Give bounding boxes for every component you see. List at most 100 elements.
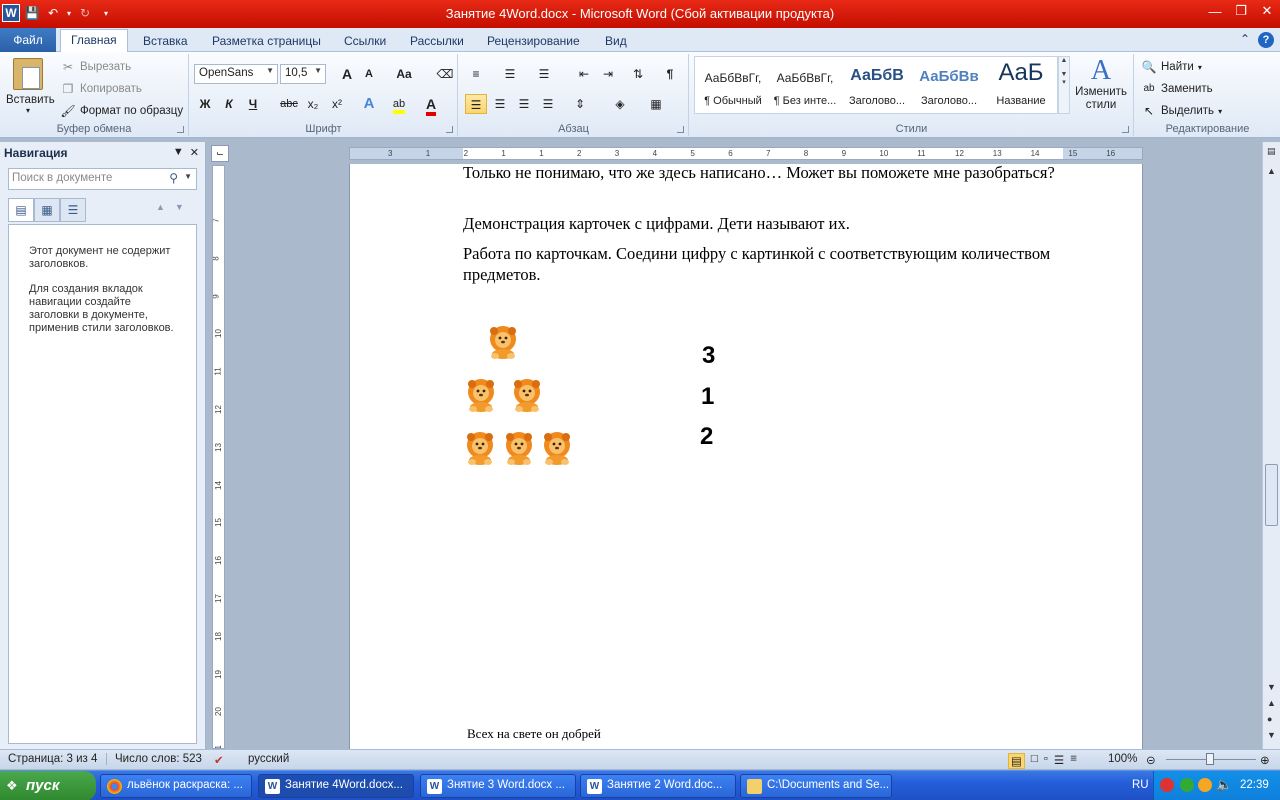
lion-cub-image[interactable] xyxy=(463,377,499,413)
close-pane-icon[interactable]: ✕ xyxy=(190,146,199,159)
change-case-button[interactable]: Aa xyxy=(390,64,418,84)
italic-button[interactable]: К xyxy=(218,94,240,114)
language-status[interactable]: русский xyxy=(248,753,289,765)
browse-results-icon[interactable]: ☰ xyxy=(60,198,86,222)
replace-button[interactable]: ab Заменить xyxy=(1141,81,1212,97)
scroll-thumb[interactable] xyxy=(1265,464,1278,526)
superscript-button[interactable]: x² xyxy=(326,94,348,114)
zoom-slider-thumb[interactable] xyxy=(1206,753,1214,765)
style-no-spacing[interactable]: АаБбВвГг, ¶ Без инте... xyxy=(769,57,841,113)
tray-network-icon[interactable] xyxy=(1180,778,1194,792)
volume-icon[interactable]: 🔈 xyxy=(1216,777,1232,793)
clipboard-dialog-launcher[interactable] xyxy=(177,126,184,133)
change-styles-button[interactable]: A Изменить стили xyxy=(1072,56,1130,112)
tab-home[interactable]: Главная xyxy=(60,29,128,53)
document-page[interactable]: Только не понимаю, что же здесь написано… xyxy=(349,164,1143,749)
start-button[interactable]: ❖ пуск xyxy=(0,771,96,800)
bold-button[interactable]: Ж xyxy=(194,94,216,114)
format-painter-button[interactable]: 🖌 Формат по образцу xyxy=(60,103,183,119)
browse-pages-icon[interactable]: ▦ xyxy=(34,198,60,222)
input-language[interactable]: RU xyxy=(1132,779,1149,791)
underline-button[interactable]: Ч xyxy=(242,94,264,114)
outline-icon[interactable]: ☰ xyxy=(1054,753,1064,769)
styles-gallery-scroll[interactable]: ▲ ▼ ▾ xyxy=(1058,56,1070,114)
lion-cub-image[interactable] xyxy=(462,430,498,466)
shading-icon[interactable]: ◈ xyxy=(609,94,631,114)
style-heading-1[interactable]: АаБбВ Заголово... xyxy=(841,57,913,113)
zoom-in-icon[interactable]: ⊕ xyxy=(1260,753,1270,767)
grow-font-button[interactable]: A xyxy=(336,64,358,84)
full-screen-reading-icon[interactable]: □ xyxy=(1031,753,1038,769)
align-center-icon[interactable]: ☰ xyxy=(489,94,511,114)
align-right-icon[interactable]: ☰ xyxy=(513,94,535,114)
tab-view[interactable]: Вид xyxy=(605,32,627,52)
tray-update-icon[interactable] xyxy=(1198,778,1212,792)
lion-cub-image[interactable] xyxy=(501,430,537,466)
show-formatting-button[interactable]: ¶ xyxy=(659,64,681,84)
taskbar-item-chrome[interactable]: львёнок раскраска: ... xyxy=(100,774,252,798)
next-page-text[interactable]: Всех на свете он добрей xyxy=(467,726,601,742)
browse-headings-icon[interactable]: ▤ xyxy=(8,198,34,222)
taskbar-item-explorer[interactable]: C:\Documents and Se... xyxy=(740,774,892,798)
tab-references[interactable]: Ссылки xyxy=(344,32,386,52)
help-icon[interactable]: ? xyxy=(1258,32,1274,48)
lion-cub-image[interactable] xyxy=(485,324,521,360)
search-icon[interactable]: ⚲ xyxy=(169,171,178,185)
horizontal-ruler[interactable]: 31211234567891011121314151617 xyxy=(349,147,1143,160)
style-normal[interactable]: АаБбВвГг, ¶ Обычный xyxy=(697,57,769,113)
style-title[interactable]: AaБ Название xyxy=(985,57,1057,113)
align-left-icon[interactable]: ☰ xyxy=(465,94,487,114)
scroll-up-icon[interactable]: ▲ xyxy=(1267,166,1276,176)
navigation-search-input[interactable]: Поиск в документе ⚲ ▼ xyxy=(8,168,197,190)
zoom-level[interactable]: 100% xyxy=(1108,753,1137,765)
web-layout-icon[interactable]: ▫ xyxy=(1044,753,1048,769)
borders-icon[interactable]: ▦ xyxy=(645,94,667,114)
clock[interactable]: 22:39 xyxy=(1240,779,1269,791)
taskbar-item-word-2[interactable]: W Занятие 2 Word.doc... xyxy=(580,774,736,798)
font-dialog-launcher[interactable] xyxy=(446,126,453,133)
restore-button[interactable]: ❐ xyxy=(1228,0,1254,22)
lion-cub-image[interactable] xyxy=(539,430,575,466)
numbering-icon[interactable]: ☰ xyxy=(499,64,521,84)
previous-page-icon[interactable]: ▲ xyxy=(1267,698,1276,708)
paragraph-2[interactable]: Демонстрация карточек с цифрами. Дети на… xyxy=(463,213,1063,234)
ruler-toggle-icon[interactable]: ▤ xyxy=(1267,146,1276,157)
vertical-scrollbar[interactable]: ▤ ▲ ▼ ▲ ● ▼ xyxy=(1262,142,1280,749)
sort-icon[interactable]: ⇅ xyxy=(627,64,649,84)
taskbar-item-word-4[interactable]: W Занятие 4Word.docx... xyxy=(258,774,414,798)
paragraph-1[interactable]: Только не понимаю, что же здесь написано… xyxy=(463,164,1063,183)
highlight-icon[interactable]: ab xyxy=(388,94,410,114)
find-button[interactable]: 🔍 Найти ▾ xyxy=(1141,59,1202,75)
minimize-ribbon-icon[interactable]: ⌃ xyxy=(1240,32,1250,48)
cut-button[interactable]: ✂ Вырезать xyxy=(60,59,131,75)
tray-antivirus-icon[interactable] xyxy=(1160,778,1174,792)
word-count[interactable]: Число слов: 523 xyxy=(106,753,202,765)
draft-icon[interactable]: ≡ xyxy=(1070,753,1077,769)
copy-button[interactable]: ❐ Копировать xyxy=(60,81,142,97)
tab-file[interactable]: Файл xyxy=(0,28,56,52)
minimize-button[interactable]: — xyxy=(1202,0,1228,22)
paragraph-3[interactable]: Работа по карточкам. Соедини цифру с кар… xyxy=(463,243,1063,285)
tab-mailings[interactable]: Рассылки xyxy=(410,32,464,52)
tab-selector[interactable]: ⌙ xyxy=(211,145,229,162)
search-options-icon[interactable]: ▼ xyxy=(184,172,192,181)
clear-formatting-icon[interactable]: ⌫ xyxy=(434,64,456,84)
multilevel-list-icon[interactable]: ☰ xyxy=(533,64,555,84)
select-button[interactable]: ↖ Выделить ▾ xyxy=(1141,103,1222,119)
styles-dialog-launcher[interactable] xyxy=(1122,126,1129,133)
lion-cub-image[interactable] xyxy=(509,377,545,413)
style-heading-2[interactable]: АаБбВв Заголово... xyxy=(913,57,985,113)
tab-page-layout[interactable]: Разметка страницы xyxy=(212,32,321,52)
font-size-combo[interactable]: 10,5 ▼ xyxy=(280,64,326,84)
page-count[interactable]: Страница: 3 из 4 xyxy=(8,753,97,765)
strikethrough-button[interactable]: abc xyxy=(278,94,300,114)
next-page-icon[interactable]: ▼ xyxy=(1267,730,1276,740)
line-spacing-icon[interactable]: ⇕ xyxy=(569,94,591,114)
text-effects-icon[interactable]: A xyxy=(358,94,380,114)
select-browse-object-icon[interactable]: ● xyxy=(1267,714,1272,724)
font-color-icon[interactable]: A xyxy=(420,94,442,116)
font-name-combo[interactable]: OpenSans ▼ xyxy=(194,64,278,84)
shrink-font-button[interactable]: A xyxy=(358,64,380,84)
justify-icon[interactable]: ☰ xyxy=(537,94,559,114)
scroll-down-icon[interactable]: ▼ xyxy=(1267,682,1276,692)
